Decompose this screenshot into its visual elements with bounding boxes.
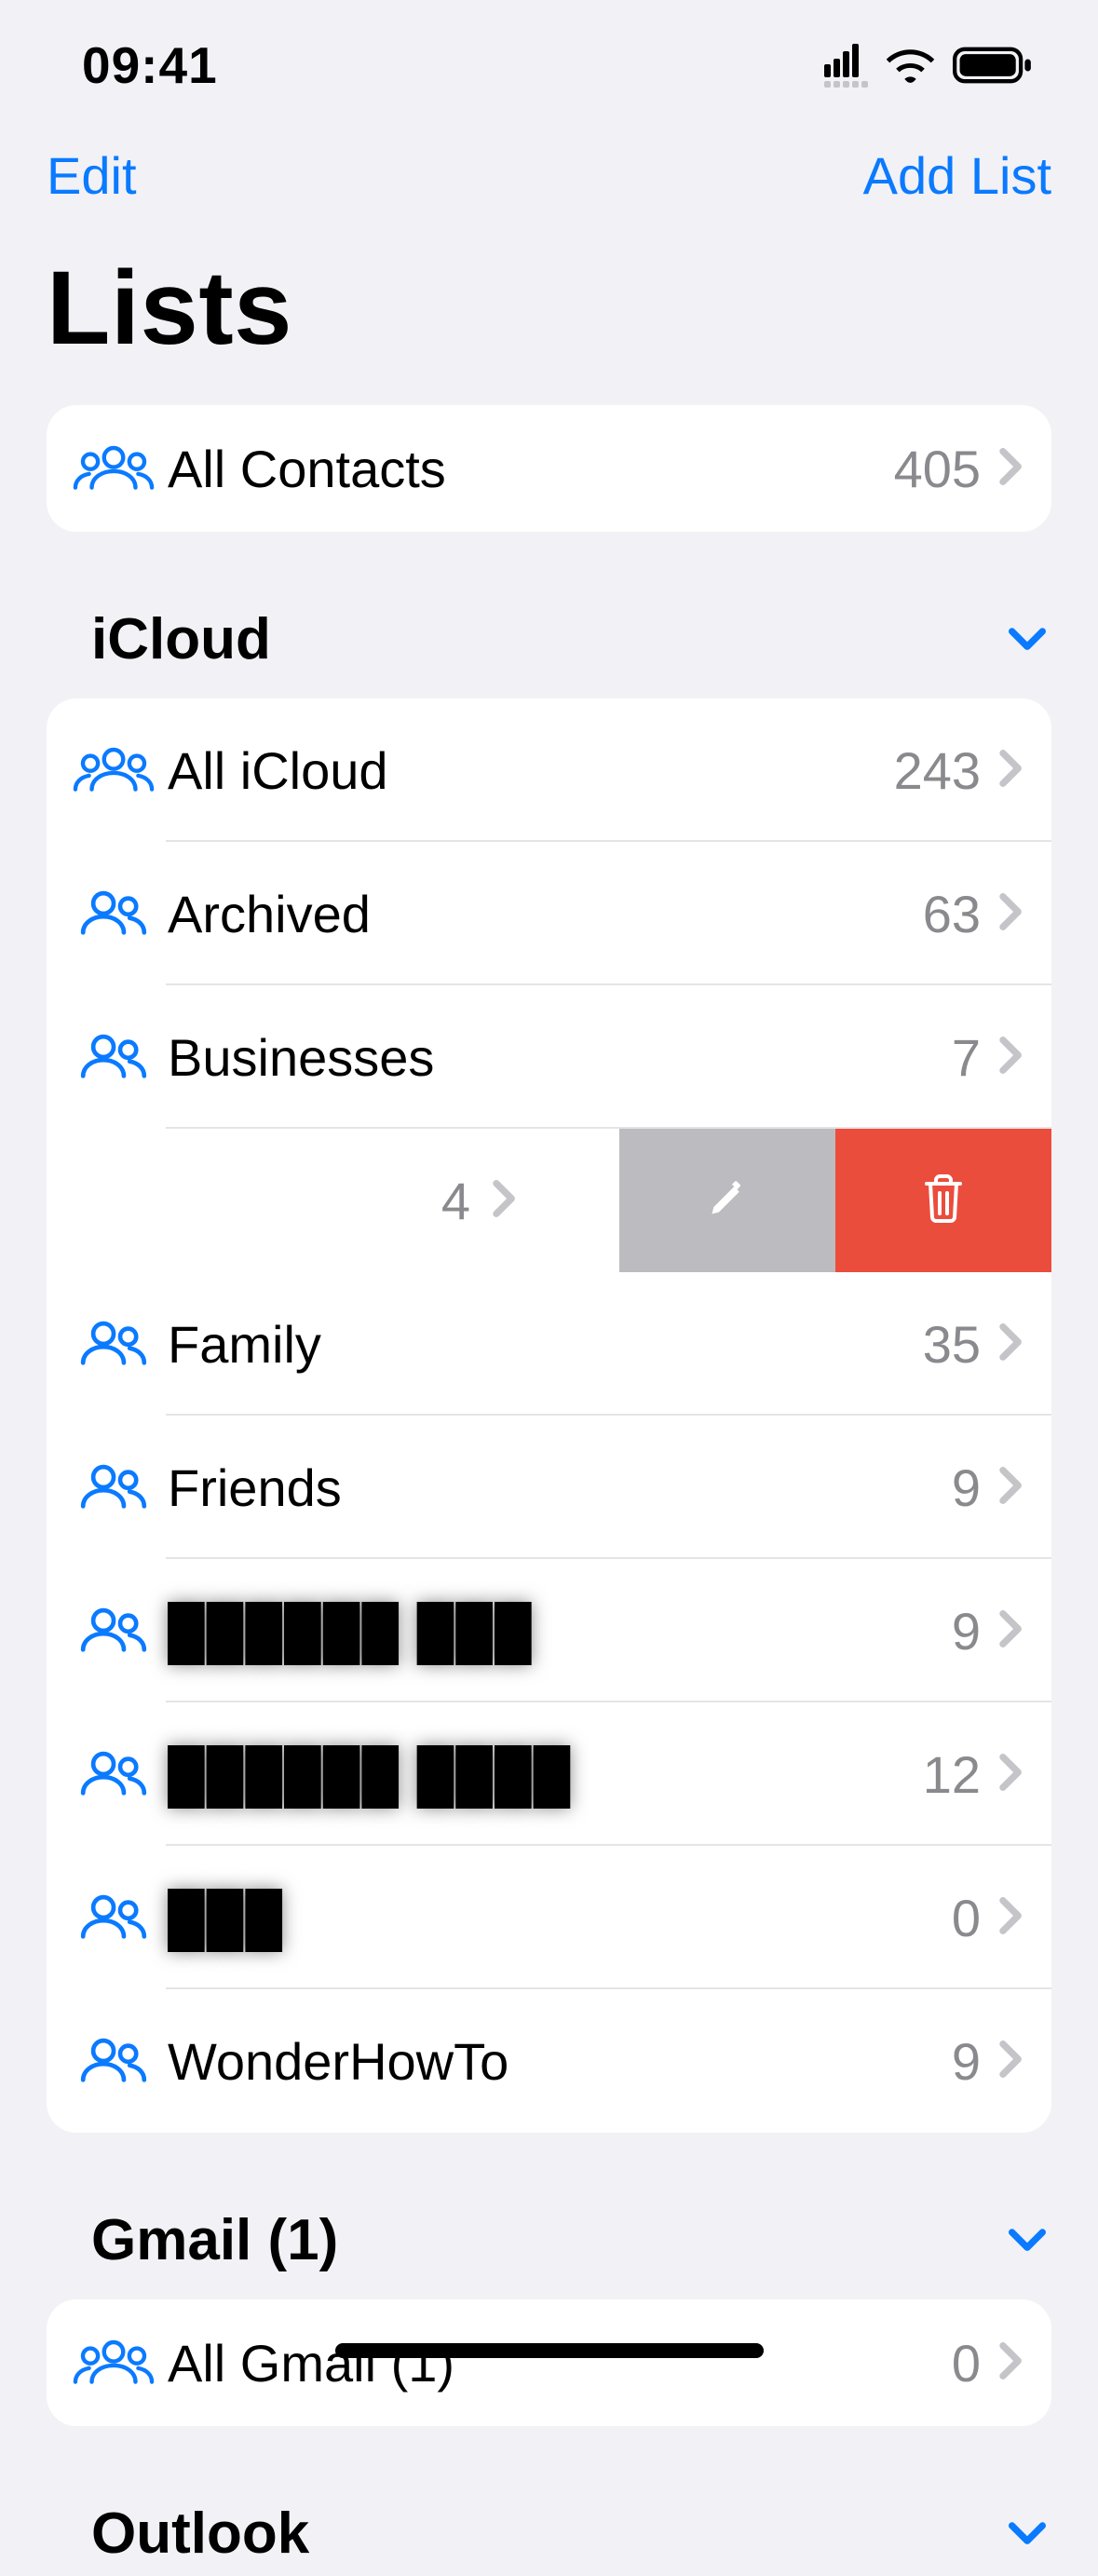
section-header-icloud[interactable]: iCloud [0, 532, 1098, 698]
chevron-right-icon [999, 893, 1023, 935]
list-count: 7 [952, 1027, 981, 1088]
people-double-icon [73, 2038, 155, 2084]
section-title: Gmail (1) [91, 2207, 338, 2273]
list-row-swiped[interactable]: 4 [47, 1129, 1051, 1272]
swipe-actions [619, 1129, 1051, 1272]
chevron-right-icon [999, 1037, 1023, 1078]
cellular-icon [824, 44, 868, 88]
list-label: WonderHowTo [168, 2031, 952, 2092]
home-indicator [335, 2343, 764, 2358]
list-count: 9 [952, 1601, 981, 1661]
list-label: Businesses [168, 1027, 952, 1088]
people-double-icon [73, 1034, 155, 1080]
list-count: 0 [952, 1888, 981, 1948]
list-row[interactable]: ██████ ███ 9 [47, 1559, 1051, 1702]
section-header-outlook[interactable]: Outlook [0, 2426, 1098, 2576]
battery-icon [953, 47, 1033, 84]
people-double-icon [73, 1321, 155, 1367]
list-label: Family [168, 1314, 923, 1375]
chevron-right-icon [999, 1754, 1023, 1796]
people-double-icon [73, 1894, 155, 1941]
people-double-icon [73, 1607, 155, 1654]
list-label: Archived [168, 884, 923, 944]
chevron-right-icon [999, 1610, 1023, 1652]
section-title: iCloud [91, 606, 271, 672]
list-row[interactable]: WonderHowTo 9 [47, 1989, 1051, 2133]
list-row-all-contacts[interactable]: All Contacts 405 [47, 405, 1051, 532]
list-row[interactable]: Family 35 [47, 1272, 1051, 1416]
edit-button[interactable]: Edit [47, 145, 137, 206]
list-label-redacted: ██████ ███ [168, 1601, 952, 1661]
chevron-right-icon [999, 2040, 1023, 2082]
swipe-delete-button[interactable] [835, 1129, 1051, 1272]
list-row[interactable]: All iCloud 243 [47, 698, 1051, 842]
section-title: Outlook [91, 2501, 309, 2567]
list-count: 4 [441, 1171, 470, 1231]
swipe-edit-button[interactable] [619, 1129, 835, 1272]
people-double-icon [73, 1751, 155, 1797]
people-triple-icon [73, 442, 155, 495]
list-count: 63 [923, 884, 981, 944]
chevron-right-icon [493, 1180, 517, 1222]
list-label: All Gmail (1) [168, 2333, 952, 2393]
chevron-right-icon [999, 1897, 1023, 1939]
chevron-right-icon [999, 1467, 1023, 1509]
trash-icon [920, 1173, 967, 1229]
list-count: 9 [952, 2031, 981, 2092]
add-list-button[interactable]: Add List [863, 145, 1051, 206]
chevron-right-icon [999, 448, 1023, 490]
list-row[interactable]: ███ 0 [47, 1846, 1051, 1989]
list-row[interactable]: Friends 9 [47, 1416, 1051, 1559]
people-triple-icon [73, 2337, 155, 2389]
list-count: 35 [923, 1314, 981, 1375]
list-count: 12 [923, 1744, 981, 1805]
status-icons [824, 44, 1033, 88]
chevron-right-icon [999, 750, 1023, 792]
list-count: 9 [952, 1457, 981, 1518]
nav-bar: Edit Add List [0, 130, 1098, 220]
list-row[interactable]: Archived 63 [47, 842, 1051, 985]
pencil-icon [707, 1178, 748, 1224]
chevron-down-icon [1009, 2522, 1046, 2546]
chevron-right-icon [999, 2342, 1023, 2384]
people-double-icon [73, 890, 155, 937]
status-bar: 09:41 [0, 0, 1098, 130]
section-header-gmail[interactable]: Gmail (1) [0, 2133, 1098, 2299]
icloud-card: All iCloud 243 Archived 63 Businesses 7 … [47, 698, 1051, 2133]
people-triple-icon [73, 744, 155, 796]
list-row[interactable]: Businesses 7 [47, 985, 1051, 1129]
wifi-icon [885, 47, 936, 84]
list-label: All iCloud [168, 740, 894, 801]
all-contacts-card: All Contacts 405 [47, 405, 1051, 532]
list-label: Friends [168, 1457, 952, 1518]
chevron-down-icon [1009, 628, 1046, 652]
list-count: 243 [894, 740, 981, 801]
list-row[interactable]: ██████ ████ 12 [47, 1702, 1051, 1846]
list-label-redacted: ██████ ████ [168, 1744, 923, 1805]
page-title: Lists [0, 220, 1098, 405]
chevron-right-icon [999, 1323, 1023, 1365]
list-count: 0 [952, 2333, 981, 2393]
list-label-redacted: ███ [168, 1888, 952, 1948]
people-double-icon [73, 1464, 155, 1511]
status-time: 09:41 [82, 35, 218, 95]
chevron-down-icon [1009, 2229, 1046, 2253]
list-label: All Contacts [168, 439, 894, 499]
list-count: 405 [894, 439, 981, 499]
gmail-card: All Gmail (1) 0 [47, 2299, 1051, 2426]
list-row[interactable]: All Gmail (1) 0 [47, 2299, 1051, 2426]
